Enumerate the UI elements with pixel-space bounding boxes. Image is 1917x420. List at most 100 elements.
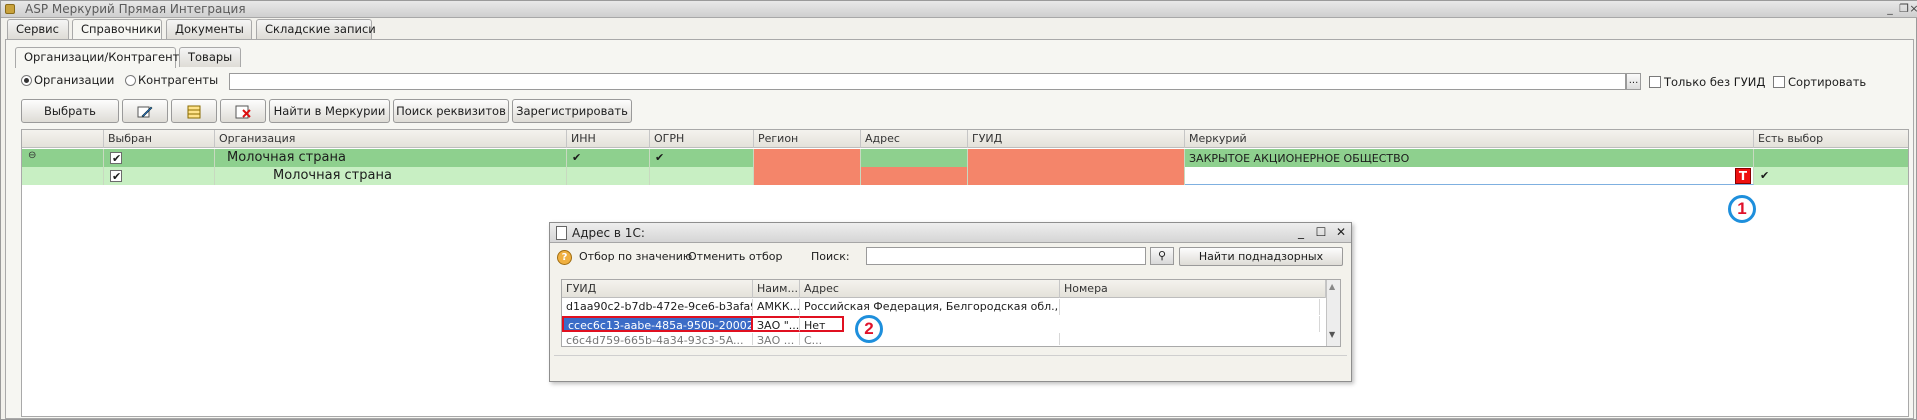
select-button[interactable]: ... [1626, 73, 1641, 90]
marker-1: 1 [1728, 195, 1756, 223]
close-icon[interactable]: ✕ [1334, 225, 1348, 239]
check-icon: ✔ [655, 151, 665, 164]
tab-warehouse[interactable]: Складские записи [256, 19, 376, 39]
search-label: Поиск: [811, 250, 850, 263]
org-name-cell[interactable]: Молочная страна [215, 167, 567, 185]
tab-service[interactable]: Сервис [7, 19, 69, 39]
select-org-button[interactable]: Выбрать [21, 99, 119, 123]
table-row[interactable]: ✔ Молочная страна T × ✔ [22, 167, 1908, 185]
org-name-cell[interactable]: Молочная страна [215, 149, 567, 167]
only-no-guid-checkbox[interactable]: Только без ГУИД [1649, 75, 1765, 89]
sort-checkbox[interactable]: Сортировать [1773, 75, 1866, 89]
app-icon [5, 4, 15, 14]
checkbox-icon [1773, 76, 1785, 88]
find-in-mercury-button[interactable]: Найти в Меркурии [269, 99, 390, 123]
collapse-icon[interactable]: ⊖ [22, 149, 104, 167]
table-row[interactable]: ccec6c13-aabe-485a-950b-20002c... ЗАО ".… [562, 316, 1320, 332]
minimize-icon[interactable]: _ [1883, 2, 1897, 16]
numbers-cell[interactable] [1060, 316, 1320, 332]
close-icon[interactable]: × [1907, 2, 1917, 16]
address-cell[interactable]: Нет [800, 316, 844, 332]
guid-cell[interactable] [968, 149, 1185, 167]
has-choice-cell[interactable]: ✔ [1754, 167, 1910, 185]
copy-button[interactable] [171, 99, 217, 123]
register-button[interactable]: Зарегистрировать [512, 99, 632, 123]
find-supervised-button[interactable]: Найти поднадзорных [1179, 247, 1343, 266]
dialog-title-bar: Адрес в 1С: _ ☐ ✕ [550, 223, 1351, 243]
col-header-selected[interactable]: Выбран [104, 130, 215, 148]
selected-cell[interactable]: ✔ [104, 149, 215, 167]
col-header-region[interactable]: Регион [754, 130, 861, 148]
table-header: Выбран Организация ИНН ОГРН Регион Адрес… [22, 130, 1908, 148]
guid-cell[interactable]: c6c4d759-665b-4a34-93c3-5A... [562, 333, 753, 345]
col-header-guid[interactable]: ГУИД [968, 130, 1185, 148]
mercury-edit-field[interactable]: T × [1185, 167, 1754, 185]
table-row[interactable]: ⊖ ✔ Молочная страна ✔ ✔ ЗАКРЫТОЕ АКЦИОНЕ… [22, 149, 1908, 167]
cancel-filter-button[interactable]: Отменить отбор [688, 250, 783, 263]
tab-goods[interactable]: Товары [179, 47, 241, 67]
guid-cell[interactable] [968, 167, 1185, 185]
has-choice-cell[interactable] [1754, 149, 1910, 167]
edit-button[interactable] [122, 99, 168, 123]
col-header-guid[interactable]: ГУИД [562, 280, 753, 298]
maximize-icon[interactable]: ☐ [1314, 225, 1328, 239]
binoculars-icon[interactable]: ⚲ [1150, 247, 1174, 265]
dialog-title: Адрес в 1С: [572, 226, 645, 240]
region-cell[interactable] [754, 167, 861, 185]
minimize-icon[interactable]: _ [1294, 225, 1308, 239]
tab-documents[interactable]: Документы [166, 19, 252, 39]
col-header-org[interactable]: Организация [215, 130, 567, 148]
checkbox-icon [1649, 76, 1661, 88]
checkbox-checked-icon: ✔ [110, 152, 122, 165]
tab-orgs-contragents[interactable]: Организации/Контрагенты [15, 47, 188, 68]
numbers-cell[interactable] [1060, 299, 1320, 315]
radio-contragents[interactable]: Контрагенты [125, 73, 218, 87]
col-header-name[interactable]: Наим... [753, 280, 800, 298]
col-header-ogrn[interactable]: ОГРН [650, 130, 754, 148]
name-cell[interactable]: АМКК... [753, 299, 800, 315]
table-header: ГУИД Наим... Адрес Номера [562, 280, 1340, 298]
address-dialog: Адрес в 1С: _ ☐ ✕ ? Отбор по значению От… [549, 222, 1352, 382]
search-input[interactable] [866, 247, 1146, 265]
radio-contragents-label: Контрагенты [138, 73, 219, 87]
col-header-address[interactable]: Адрес [800, 280, 1060, 298]
name-cell[interactable]: ЗАО "... [753, 316, 800, 332]
col-header-mercury[interactable]: Меркурий [1185, 130, 1754, 148]
selected-cell[interactable]: ✔ [104, 167, 215, 185]
address-cell[interactable]: С... [800, 333, 1060, 345]
filter-input[interactable] [229, 73, 1626, 90]
inn-cell[interactable]: ✔ [567, 149, 650, 167]
filter-by-value-button[interactable]: Отбор по значению [579, 250, 692, 263]
address-cell[interactable] [861, 167, 968, 185]
ogrn-cell[interactable]: ✔ [650, 149, 754, 167]
region-cell[interactable] [754, 149, 861, 167]
address-cell[interactable]: Российская Федерация, Белгородская обл.,… [800, 299, 1060, 315]
delete-button[interactable] [220, 99, 266, 123]
table-row[interactable]: d1aa90c2-b7db-472e-9ce6-b3afa99... АМКК.… [562, 299, 1320, 315]
check-icon: ✔ [1760, 169, 1770, 182]
col-header-has-choice[interactable]: Есть выбор [1754, 130, 1910, 148]
guid-cell[interactable]: ccec6c13-aabe-485a-950b-20002c... [562, 316, 753, 332]
scroll-down-icon[interactable]: ▼ [1329, 330, 1335, 339]
mercury-cell[interactable]: ЗАКРЫТОЕ АКЦИОНЕРНОЕ ОБЩЕСТВО [1185, 149, 1754, 167]
table-icon [187, 105, 201, 118]
vertical-scrollbar[interactable]: ▲ ▼ [1326, 280, 1340, 346]
name-cell[interactable]: ЗАО ... [753, 333, 800, 345]
address-cell[interactable] [861, 149, 968, 167]
scroll-up-icon[interactable]: ▲ [1329, 282, 1335, 291]
search-requisites-button[interactable]: Поиск реквизитов [393, 99, 509, 123]
radio-selected-icon [21, 75, 32, 86]
col-header-address[interactable]: Адрес [861, 130, 968, 148]
table-row[interactable]: c6c4d759-665b-4a34-93c3-5A... ЗАО ... С.… [562, 333, 1320, 345]
col-header-numbers[interactable]: Номера [1060, 280, 1326, 298]
radio-orgs[interactable]: Организации [21, 73, 114, 87]
col-header-inn[interactable]: ИНН [567, 130, 650, 148]
sort-label: Сортировать [1788, 75, 1867, 89]
guid-cell[interactable]: d1aa90c2-b7db-472e-9ce6-b3afa99... [562, 299, 753, 315]
text-type-button[interactable]: T [1735, 168, 1751, 184]
inn-cell[interactable] [567, 167, 650, 185]
expand-cell [22, 167, 104, 185]
ogrn-cell[interactable] [650, 167, 754, 185]
tab-references[interactable]: Справочники [72, 19, 162, 40]
help-icon[interactable]: ? [557, 250, 572, 265]
